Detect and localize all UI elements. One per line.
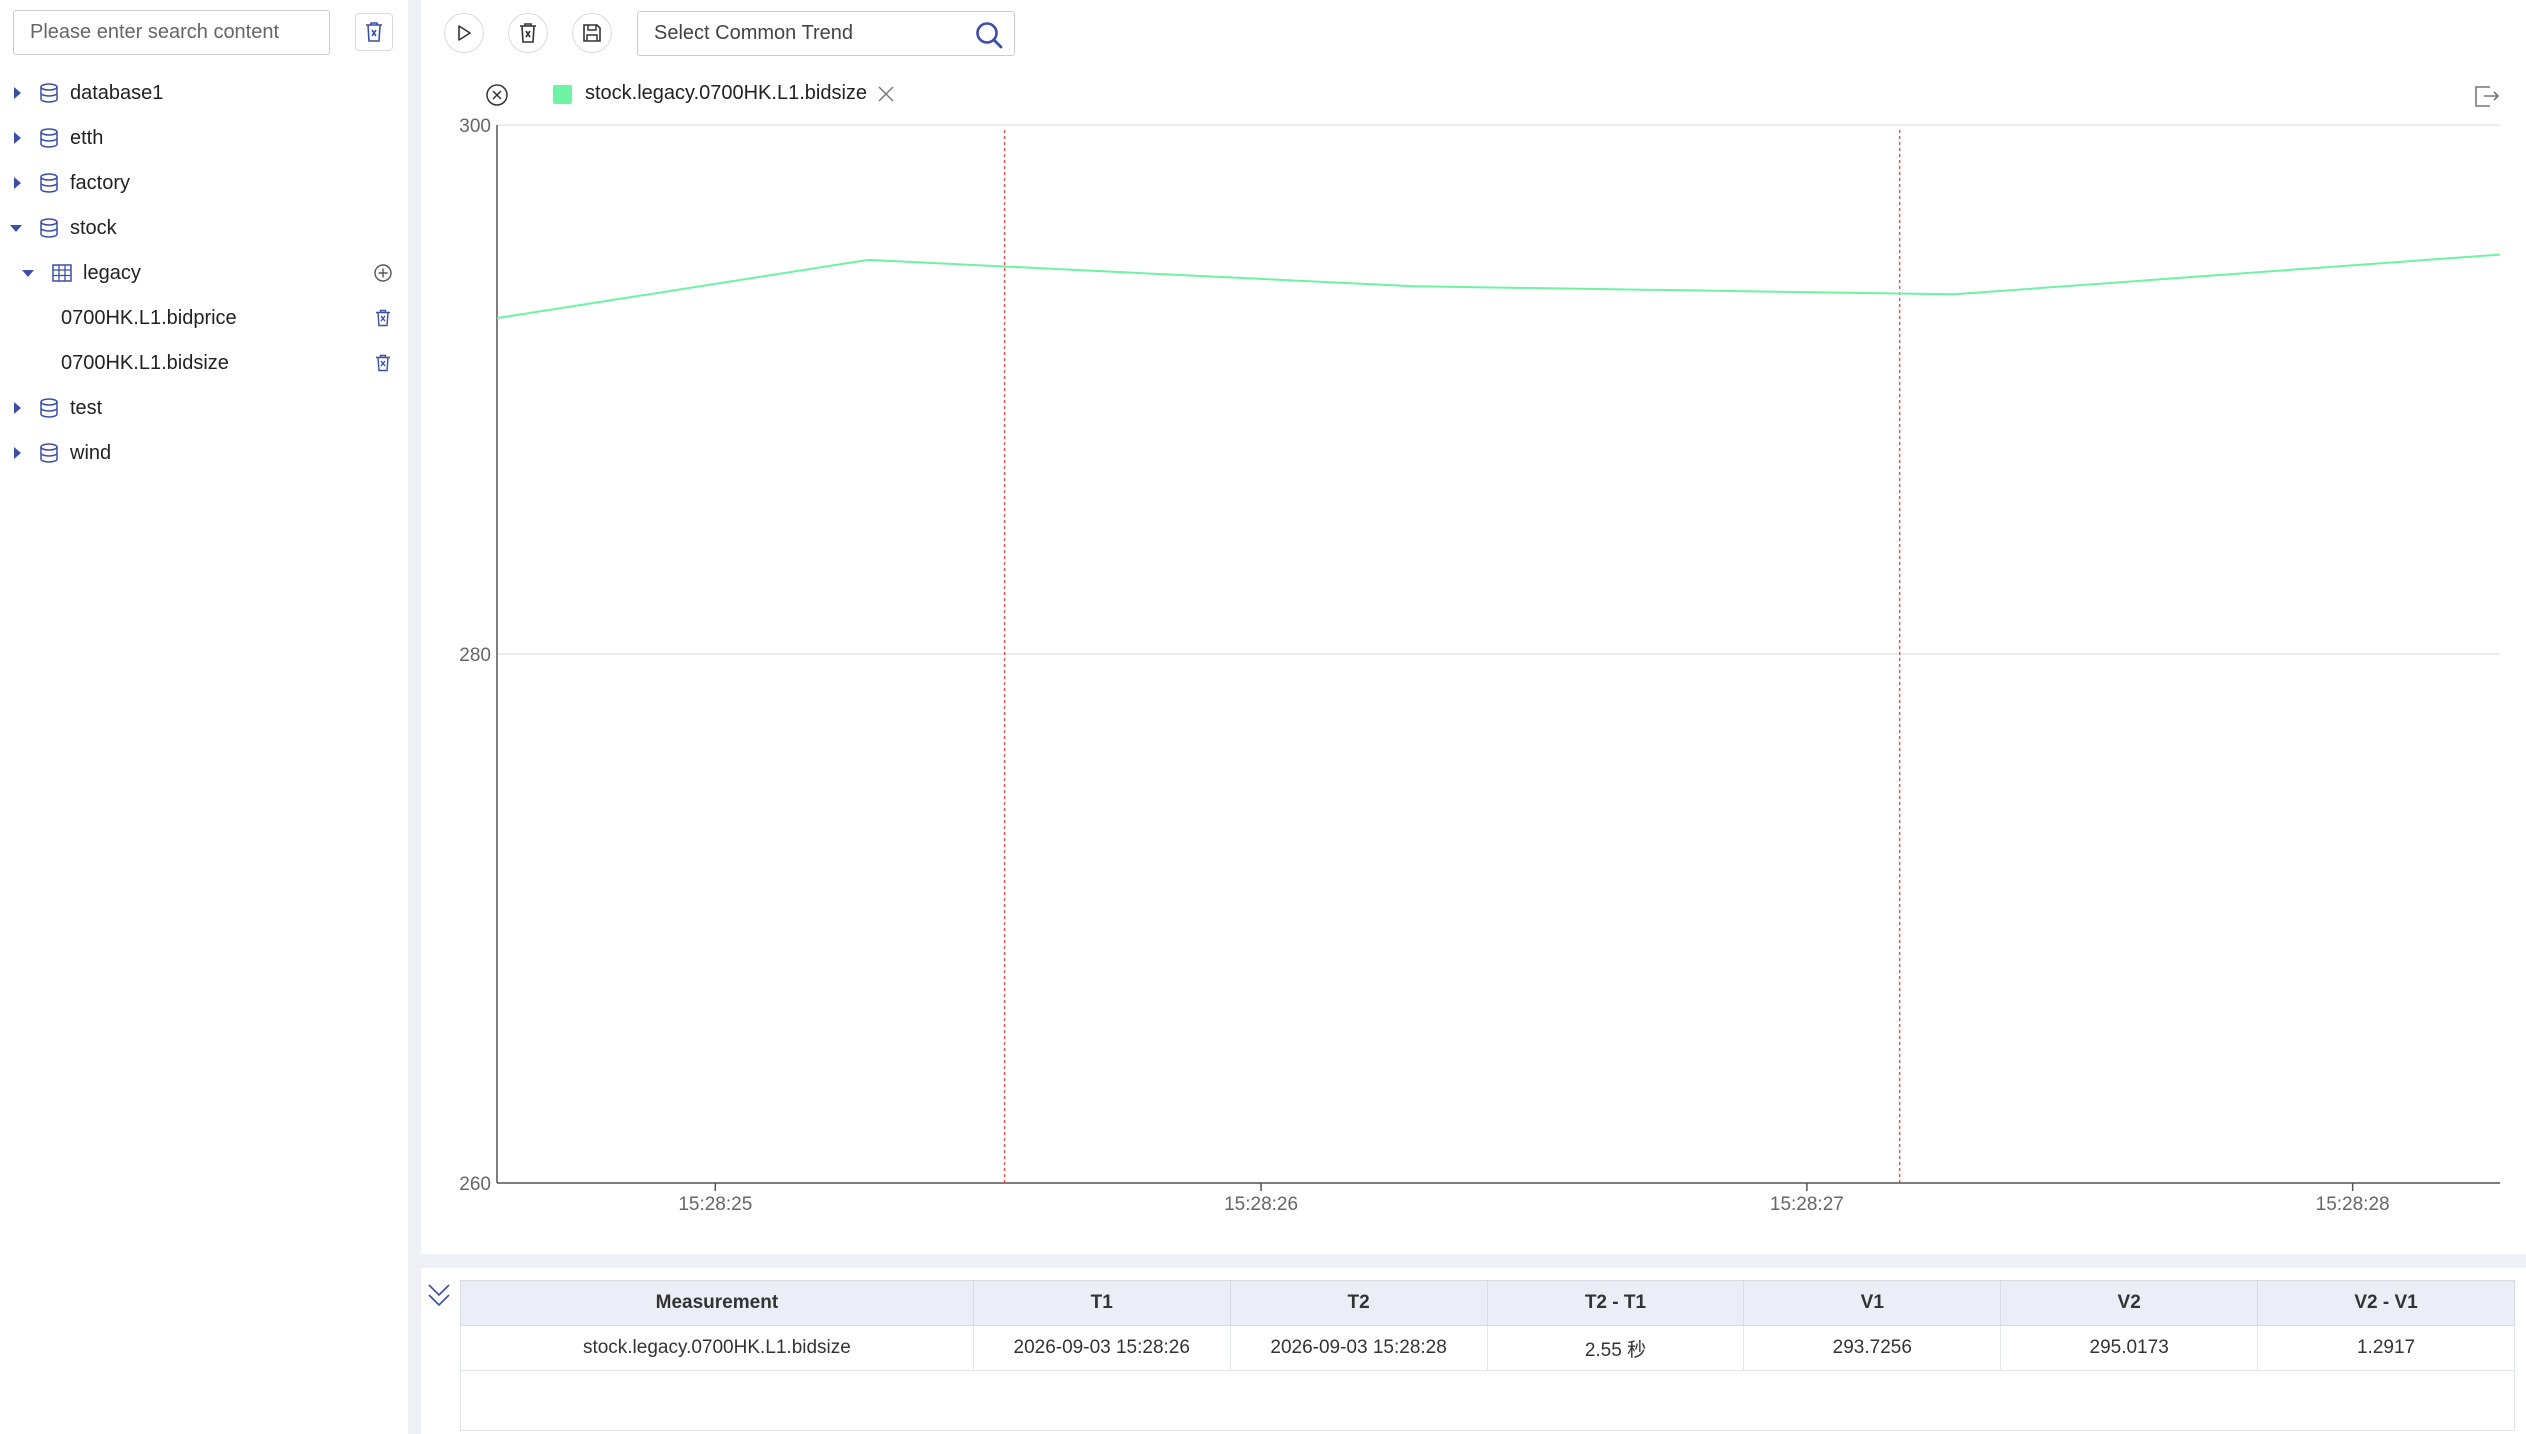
series-line xyxy=(496,253,2501,320)
table-header-row: Measurement T1 T2 T2 - T1 V1 V2 V2 - V1 xyxy=(460,1280,2515,1326)
x-tick-label: 15:28:28 xyxy=(2316,1194,2390,1215)
column-header: V2 xyxy=(2000,1280,2259,1326)
table-cell: 295.0173 xyxy=(2000,1325,2259,1371)
collapse-icon[interactable] xyxy=(426,1280,452,1310)
column-header: T2 - T1 xyxy=(1486,1280,1745,1326)
trend-chart: 300 280 260 15:28:25 15:28:26 15:28:27 15:28:2… xyxy=(459,116,2501,1215)
x-tick-label: 15:28:26 xyxy=(1224,1194,1298,1215)
table-row[interactable]: stock.legacy.0700HK.L1.bidsize 2026-09-0… xyxy=(460,1325,2515,1371)
table-empty-row xyxy=(460,1370,2515,1431)
column-header: Measurement xyxy=(460,1280,974,1326)
y-tick-label: 260 xyxy=(459,1174,491,1195)
table-cell: stock.legacy.0700HK.L1.bidsize xyxy=(460,1325,974,1371)
column-header: T2 xyxy=(1229,1280,1488,1326)
x-tick-label: 15:28:27 xyxy=(1770,1194,1844,1215)
column-header: T1 xyxy=(972,1280,1231,1326)
table-cell: 2.55 秒 xyxy=(1486,1325,1745,1371)
column-header: V2 - V1 xyxy=(2257,1280,2515,1326)
table-cell: 1.2917 xyxy=(2257,1325,2515,1371)
table-cell: 2026-09-03 15:28:26 xyxy=(972,1325,1231,1371)
y-tick-label: 300 xyxy=(459,116,491,137)
cursor-result-table: Measurement T1 T2 T2 - T1 V1 V2 V2 - V1 … xyxy=(460,1280,2515,1431)
y-tick-label: 280 xyxy=(459,645,491,666)
table-cell: 293.7256 xyxy=(1743,1325,2002,1371)
x-tick-label: 15:28:25 xyxy=(678,1194,752,1215)
column-header: V1 xyxy=(1743,1280,2002,1326)
table-cell: 2026-09-03 15:28:28 xyxy=(1229,1325,1488,1371)
